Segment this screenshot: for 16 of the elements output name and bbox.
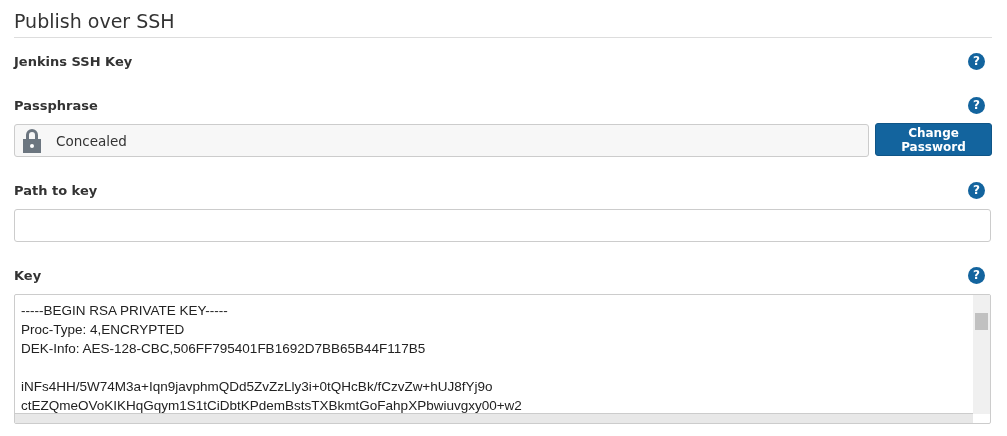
vertical-scrollbar[interactable]: [973, 295, 990, 414]
password-field[interactable]: Concealed: [14, 124, 869, 157]
change-password-button[interactable]: Change Password: [875, 123, 992, 156]
field-label: Passphrase: [14, 97, 98, 113]
field-label: Key: [14, 267, 42, 283]
horizontal-scrollbar[interactable]: [15, 413, 973, 423]
help-icon[interactable]: ?: [968, 52, 985, 70]
path-input-field[interactable]: [14, 209, 991, 242]
help-icon[interactable]: ?: [968, 181, 985, 199]
lock-icon: [22, 127, 42, 154]
help-icon[interactable]: ?: [968, 266, 985, 284]
key-text-area[interactable]: -----BEGIN RSA PRIVATE KEY----- Proc-Type: 4,ENCRYPTED DEK-Info: AES-128-CBC,506FF795401FB1692D7BB65B44F117B5 iNFs4HH/5W74M3a+Iqn9javphmQDd5ZvZzLly3i+0tQHcBk/fCzvZw+hUJ8fYj9o ctEZQmeOVoKIKHqGqym1S1tCiDbtKPdemBstsTXBkmtGoFahpXPbwiuvgxy00+w2: [14, 294, 991, 424]
section-title: Publish over SSH: [14, 8, 992, 38]
field-label: Jenkins SSH Key: [14, 53, 133, 69]
field-label: Path to key: [14, 182, 98, 198]
help-icon[interactable]: ?: [968, 96, 985, 114]
